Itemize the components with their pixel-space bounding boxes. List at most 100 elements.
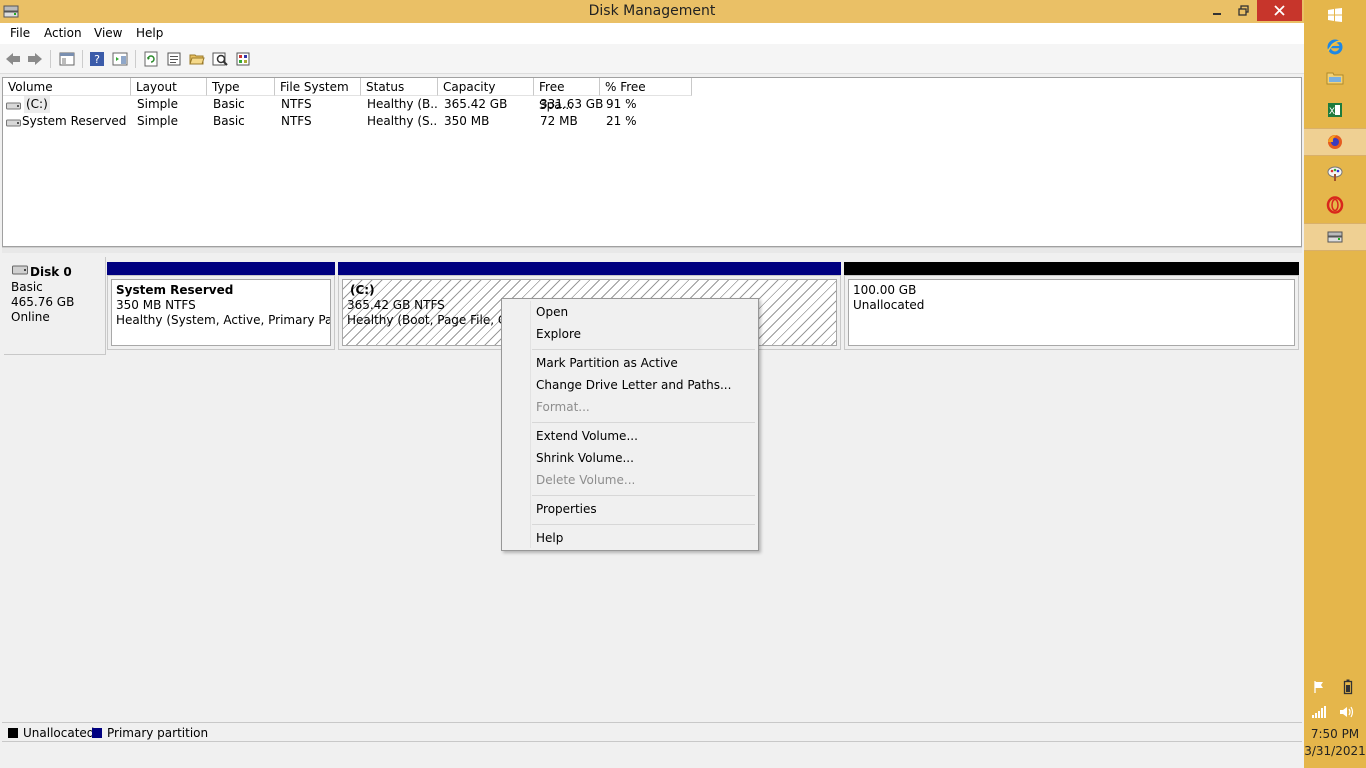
clock-time[interactable]: 7:50 PM — [1304, 727, 1366, 741]
menu-action[interactable]: Action — [44, 26, 82, 40]
disk-state: Online — [11, 310, 50, 324]
refresh-icon[interactable] — [142, 50, 160, 68]
menu-separator — [532, 349, 755, 350]
window-title: Disk Management — [588, 3, 716, 19]
title-bar[interactable]: Disk Management — [0, 0, 1304, 23]
disk-name: Disk 0 — [30, 265, 72, 279]
svg-text:X: X — [1329, 107, 1335, 117]
partition-size: 100.00 GB — [853, 283, 917, 297]
volume-drive-icon — [6, 116, 21, 133]
unallocated-bar — [844, 262, 1299, 275]
volume-status: Healthy (S... — [367, 114, 437, 128]
volume-list: Volume Layout Type File System Status Ca… — [2, 77, 1302, 247]
primary-partition-bar — [338, 262, 841, 275]
volume-free-space: 331.63 GB — [540, 97, 604, 111]
column-header-percent-free[interactable]: % Free — [600, 78, 692, 96]
column-header-volume[interactable]: Volume — [3, 78, 131, 96]
disk-management-icon[interactable] — [1304, 223, 1366, 251]
partition-system-reserved[interactable]: System Reserved 350 MB NTFS Healthy (Sys… — [107, 262, 335, 350]
legend-unallocated-label: Unallocated — [23, 726, 95, 740]
volume-file-system: NTFS — [281, 97, 312, 111]
menu-separator — [532, 495, 755, 496]
explore-icon[interactable] — [211, 50, 229, 68]
menu-help[interactable]: Help — [136, 26, 163, 40]
menu-item-delete-volume: Delete Volume... — [536, 473, 636, 487]
volume-type: Basic — [213, 97, 245, 111]
menu-item-extend-volume[interactable]: Extend Volume... — [536, 429, 638, 443]
legend-primary-swatch — [92, 728, 102, 738]
partition-size: 350 MB NTFS — [116, 298, 196, 312]
help-icon[interactable]: ? — [88, 50, 106, 68]
open-icon[interactable] — [188, 50, 206, 68]
column-header-capacity[interactable]: Capacity — [438, 78, 534, 96]
firefox-icon[interactable] — [1304, 128, 1366, 156]
column-header-status[interactable]: Status — [361, 78, 438, 96]
svg-text:?: ? — [94, 53, 100, 66]
menu-file[interactable]: File — [10, 26, 30, 40]
network-icon[interactable] — [1311, 704, 1327, 720]
volume-file-system: NTFS — [281, 114, 312, 128]
menu-item-change-drive-letter[interactable]: Change Drive Letter and Paths... — [536, 378, 731, 392]
volume-layout: Simple — [137, 114, 178, 128]
menu-item-mark-active[interactable]: Mark Partition as Active — [536, 356, 678, 370]
back-icon[interactable] — [4, 50, 22, 68]
restore-icon — [1238, 5, 1249, 16]
settings-icon[interactable] — [234, 50, 252, 68]
primary-partition-bar — [107, 262, 335, 275]
volume-capacity: 365.42 GB — [444, 97, 508, 111]
close-icon — [1274, 5, 1285, 16]
column-header-file-system[interactable]: File System — [275, 78, 361, 96]
volume-free-space: 72 MB — [540, 114, 578, 128]
volume-type: Basic — [213, 114, 245, 128]
column-header-type[interactable]: Type — [207, 78, 275, 96]
legend-primary-label: Primary partition — [107, 726, 209, 740]
volume-name: (C:) — [24, 96, 50, 113]
close-button[interactable] — [1257, 0, 1302, 21]
toolbar: ? — [0, 44, 1304, 74]
context-menu: Open Explore Mark Partition as Active Ch… — [501, 298, 759, 551]
menu-item-properties[interactable]: Properties — [536, 502, 597, 516]
minimize-button[interactable] — [1203, 0, 1230, 21]
status-bar — [0, 743, 1304, 768]
menu-view[interactable]: View — [94, 26, 122, 40]
volume-percent-free: 91 % — [606, 97, 637, 111]
partition-unallocated[interactable]: 100.00 GB Unallocated — [844, 262, 1299, 350]
menu-item-shrink-volume[interactable]: Shrink Volume... — [536, 451, 634, 465]
clock-date[interactable]: 3/31/2021 — [1304, 744, 1366, 758]
taskbar: X 7:50 PM 3/31/2021 — [1304, 0, 1366, 768]
volume-percent-free: 21 % — [606, 114, 637, 128]
battery-icon[interactable] — [1340, 679, 1356, 695]
volume-row[interactable]: System Reserved Simple Basic NTFS Health… — [3, 113, 703, 130]
column-header-free-space[interactable]: Free Spa... — [534, 78, 600, 112]
properties-icon[interactable] — [165, 50, 183, 68]
excel-icon[interactable]: X — [1304, 96, 1366, 124]
restore-button[interactable] — [1230, 0, 1257, 21]
toolbar-separator — [50, 50, 51, 68]
legend-unallocated-swatch — [8, 728, 18, 738]
start-icon[interactable] — [1304, 1, 1366, 29]
menu-item-explore[interactable]: Explore — [536, 327, 581, 341]
disk-type: Basic — [11, 280, 43, 294]
volume-icon[interactable] — [1339, 704, 1355, 720]
file-explorer-icon[interactable] — [1304, 64, 1366, 92]
show-hide-action-pane-icon[interactable] — [111, 50, 129, 68]
partition-status: Unallocated — [853, 298, 925, 312]
menu-separator — [532, 422, 755, 423]
menu-item-help[interactable]: Help — [536, 531, 563, 545]
column-header-layout[interactable]: Layout — [131, 78, 207, 96]
disk-management-window: Disk Management File Action View Help ? — [0, 0, 1304, 768]
opera-icon[interactable] — [1304, 191, 1366, 219]
menu-item-open[interactable]: Open — [536, 305, 568, 319]
partition-status: Healthy (System, Active, Primary Partiti… — [116, 313, 331, 327]
disk-icon — [12, 264, 28, 278]
disk-size: 465.76 GB — [11, 295, 75, 309]
disk-0-label[interactable]: Disk 0 Basic 465.76 GB Online — [4, 257, 106, 355]
forward-icon[interactable] — [26, 50, 44, 68]
volume-row[interactable]: (C:) Simple Basic NTFS Healthy (B... 365… — [3, 96, 703, 113]
volume-list-header: Volume Layout Type File System Status Ca… — [3, 78, 693, 112]
paint-icon[interactable] — [1304, 159, 1366, 187]
minimize-icon — [1212, 12, 1221, 15]
internet-explorer-icon[interactable] — [1304, 33, 1366, 61]
flag-icon[interactable] — [1311, 679, 1327, 695]
show-hide-console-tree-icon[interactable] — [58, 50, 76, 68]
